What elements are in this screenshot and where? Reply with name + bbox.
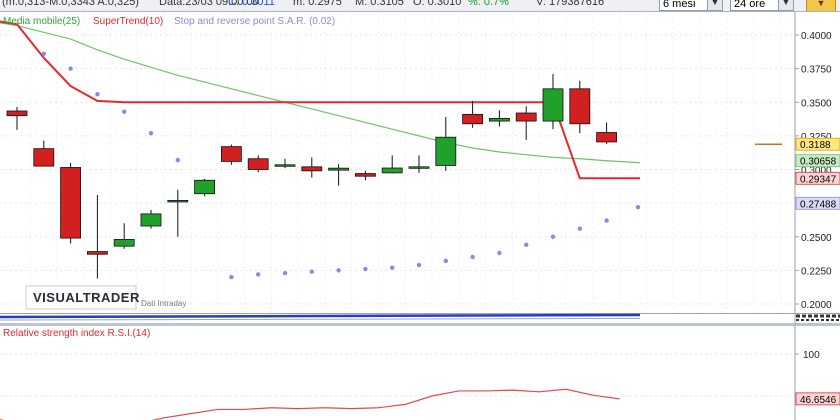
sar-dot — [577, 226, 582, 231]
rsi-last-label: 46.6546 — [800, 395, 837, 406]
sar-dot — [363, 266, 368, 272]
sar-dot — [309, 269, 314, 274]
candle-down — [354, 173, 376, 177]
axis-value-label: 0.3188 — [800, 140, 831, 151]
sar-dot — [524, 242, 529, 248]
sar-dot — [229, 274, 234, 280]
panel-splitter[interactable] — [0, 323, 840, 326]
sar-dot — [95, 91, 100, 97]
trading-chart-window: (m.0,313-M.0,3343 A:0,325) Data:23/03 09… — [0, 0, 840, 420]
candle-down — [515, 112, 537, 122]
volume-panel-background — [0, 313, 795, 323]
sar-dot — [336, 268, 341, 273]
sar-dot — [550, 234, 556, 239]
sar-dot — [256, 272, 261, 277]
candle-up — [435, 136, 457, 166]
legend-sma: Media mobile(25) — [3, 16, 80, 27]
legend-sar: Stop and reverse point S.A.R. (0.02) — [174, 16, 335, 27]
rsi-tick-label: 100 — [803, 350, 820, 361]
candle-down — [87, 251, 108, 255]
watermark-brand: VISUALTRADER — [33, 290, 140, 305]
candle-down — [33, 148, 55, 167]
price-axis-ticks: 0.40000.37500.35000.32500.30000.27500.25… — [795, 31, 832, 311]
sar-dot — [635, 204, 641, 210]
candle-down — [569, 88, 591, 125]
legend-supertrend: SuperTrend(10) — [93, 16, 163, 27]
price-tick-label: 0.2250 — [801, 266, 832, 277]
candle-up — [328, 167, 350, 171]
candle-up — [140, 213, 162, 227]
sar-dot — [390, 265, 395, 270]
chart-canvas: 0.40000.37500.35000.32500.30000.27500.25… — [0, 12, 840, 420]
candle-down — [301, 166, 323, 172]
price-tick-label: 0.2500 — [801, 233, 832, 244]
sar-dot — [68, 66, 73, 71]
price-tick-label: 0.3750 — [801, 65, 832, 76]
price-axis-labels: 0.3188 0.30658 0.29347 0.27488 — [795, 137, 840, 210]
candle-up — [542, 88, 564, 122]
rsi-axis-background — [795, 326, 840, 420]
sar-dot — [175, 157, 180, 163]
candle-down — [596, 132, 617, 143]
candle-down — [462, 113, 484, 125]
candle-up — [381, 167, 403, 174]
candle-down — [247, 158, 269, 170]
sar-dot — [148, 130, 154, 136]
candle-up — [274, 164, 296, 167]
candle-down — [220, 146, 242, 162]
candle-up — [167, 200, 189, 203]
sar-dot — [497, 250, 502, 256]
axis-value-label: 0.29347 — [800, 174, 837, 185]
axis-value-label: 0.30658 — [800, 157, 837, 168]
sar-dot — [604, 218, 609, 223]
sar-dot — [122, 109, 127, 114]
sar-dot — [41, 51, 46, 57]
sar-dot — [470, 254, 475, 260]
price-tick-label: 0.3500 — [801, 98, 832, 109]
sar-dot — [282, 270, 288, 276]
rsi-panel-title: Relative strength index R.S.I.(14) — [3, 328, 150, 339]
candle-down — [6, 110, 28, 117]
watermark-subtitle: Dati Intraday — [141, 299, 186, 308]
candle-up — [488, 117, 510, 122]
candle-up — [194, 179, 216, 195]
candle-up — [408, 166, 430, 169]
candle-up — [113, 239, 135, 247]
axis-value-label: 0.27488 — [800, 199, 837, 210]
candle-down — [60, 167, 81, 239]
price-tick-label: 0.2000 — [801, 300, 832, 311]
price-tick-label: 0.4000 — [801, 31, 832, 42]
sar-dot — [416, 262, 422, 268]
sar-dot — [443, 258, 448, 264]
